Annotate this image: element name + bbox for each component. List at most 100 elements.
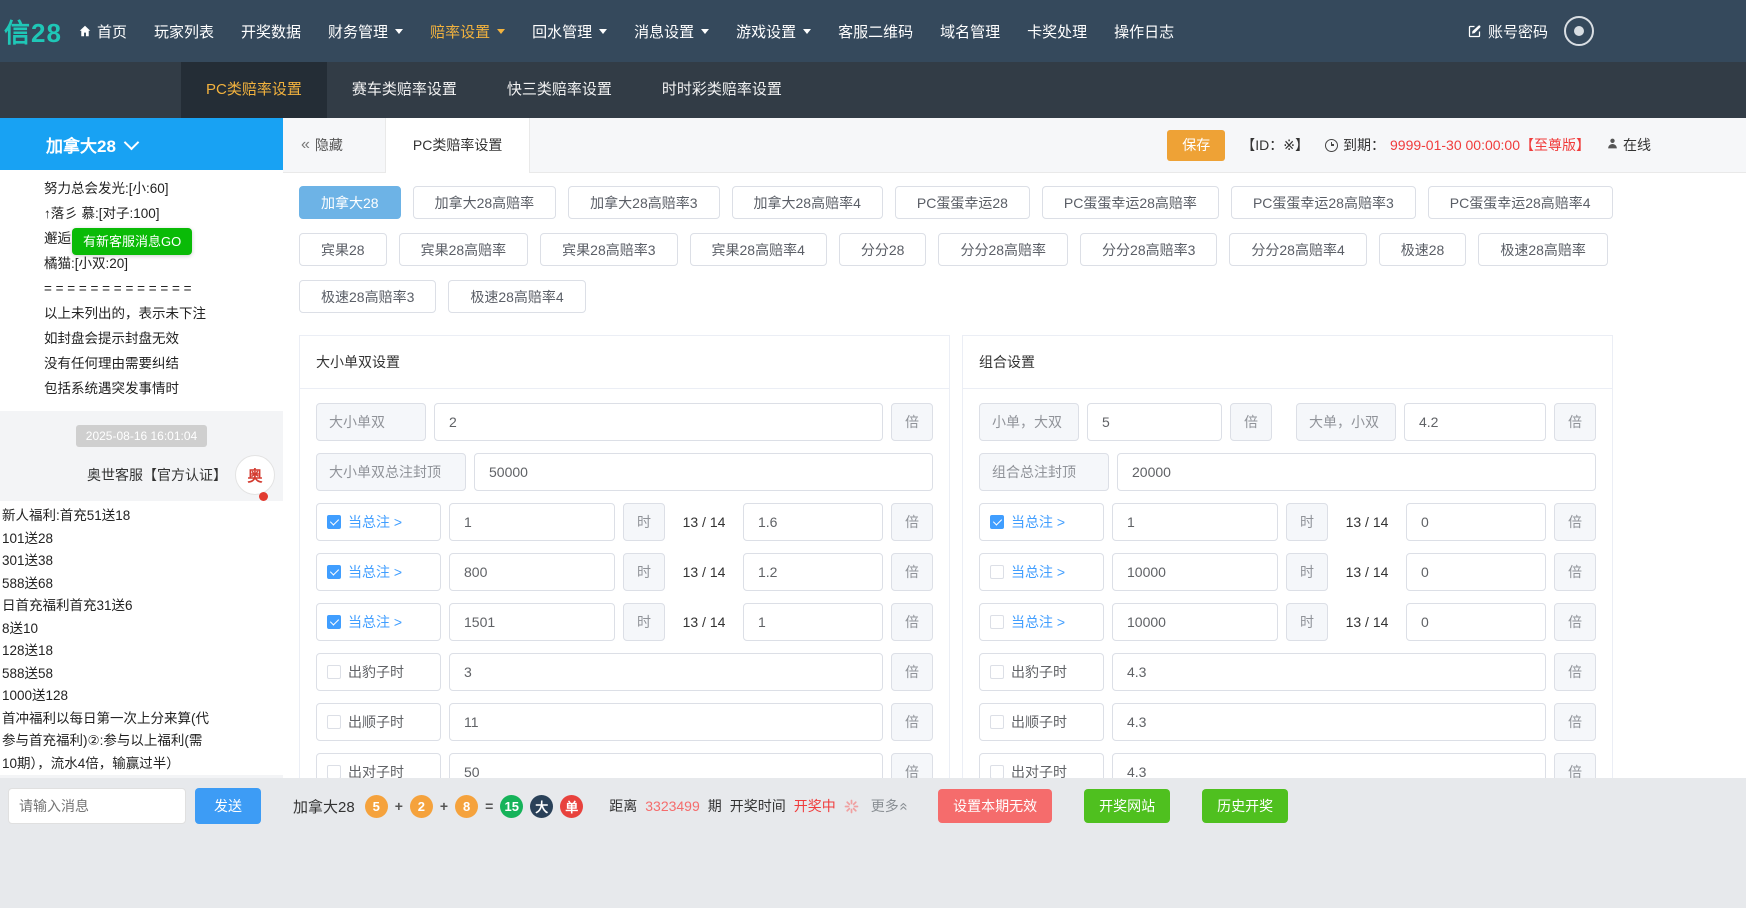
- subnav-tab[interactable]: PC类赔率设置: [181, 62, 327, 118]
- odds-input[interactable]: [1419, 513, 1533, 531]
- checkbox[interactable]: [990, 715, 1004, 729]
- hide-sidebar-button[interactable]: « 隐藏: [301, 135, 343, 155]
- user-circle-icon[interactable]: [1564, 16, 1594, 46]
- subnav-tab[interactable]: 时时彩类赔率设置: [637, 62, 807, 118]
- app-logo[interactable]: 信28: [4, 13, 78, 50]
- home-icon: [78, 24, 92, 38]
- odds-input[interactable]: [1130, 463, 1583, 481]
- checkbox-cell[interactable]: 当总注 >: [316, 553, 441, 591]
- checkbox[interactable]: [327, 515, 341, 529]
- checkbox[interactable]: [990, 615, 1004, 629]
- checkbox-cell[interactable]: 出顺子时: [979, 703, 1104, 741]
- account-password-button[interactable]: 账号密码: [1467, 21, 1548, 42]
- checkbox[interactable]: [327, 565, 341, 579]
- game-tab[interactable]: 加拿大28高赔率4: [732, 186, 883, 219]
- odds-input[interactable]: [756, 613, 870, 631]
- game-tab[interactable]: 极速28高赔率3: [299, 280, 436, 313]
- draw-website-button[interactable]: 开奖网站: [1084, 789, 1170, 823]
- subnav-tab[interactable]: 赛车类赔率设置: [327, 62, 482, 118]
- nav-item[interactable]: 开奖数据: [241, 21, 301, 42]
- odds-input[interactable]: [462, 713, 870, 731]
- game-tab[interactable]: 加拿大28高赔率3: [568, 186, 719, 219]
- game-tab[interactable]: 分分28高赔率3: [1080, 233, 1217, 266]
- new-service-message-button[interactable]: 有新客服消息GO: [72, 228, 192, 255]
- game-tab[interactable]: 极速28高赔率4: [448, 280, 585, 313]
- nav-item[interactable]: 卡奖处理: [1027, 21, 1087, 42]
- game-tab[interactable]: 宾果28高赔率4: [690, 233, 827, 266]
- game-tab[interactable]: 宾果28高赔率: [399, 233, 529, 266]
- nav-item[interactable]: 消息设置: [634, 21, 709, 42]
- threshold-input[interactable]: [1125, 563, 1265, 581]
- odds-input[interactable]: [1100, 413, 1209, 431]
- game-tab[interactable]: PC蛋蛋幸运28高赔率4: [1428, 186, 1613, 219]
- game-tab[interactable]: PC蛋蛋幸运28高赔率: [1042, 186, 1219, 219]
- nav-item[interactable]: 赔率设置: [430, 21, 505, 42]
- invalidate-round-button[interactable]: 设置本期无效: [938, 789, 1052, 823]
- nav-item[interactable]: 客服二维码: [838, 21, 913, 42]
- checkbox-cell[interactable]: 当总注 >: [979, 503, 1104, 541]
- input-cell: [1112, 553, 1278, 591]
- nav-item[interactable]: 域名管理: [940, 21, 1000, 42]
- threshold-input[interactable]: [1125, 613, 1265, 631]
- game-tab[interactable]: 分分28高赔率: [938, 233, 1068, 266]
- more-toggle[interactable]: 更多 «: [871, 796, 908, 816]
- checkbox[interactable]: [990, 765, 1004, 779]
- odds-input[interactable]: [447, 413, 870, 431]
- nav-item[interactable]: 首页: [78, 21, 127, 42]
- checkbox[interactable]: [990, 665, 1004, 679]
- game-tab[interactable]: 宾果28高赔率3: [540, 233, 677, 266]
- nav-item[interactable]: 操作日志: [1114, 21, 1174, 42]
- send-button[interactable]: 发送: [195, 788, 261, 824]
- game-tab[interactable]: 宾果28: [299, 233, 387, 266]
- odds-input[interactable]: [1417, 413, 1533, 431]
- checkbox[interactable]: [990, 565, 1004, 579]
- nav-item[interactable]: 回水管理: [532, 21, 607, 42]
- chat-room-selector[interactable]: 加拿大28: [0, 118, 283, 170]
- odds-input[interactable]: [487, 463, 920, 481]
- nav-item[interactable]: 玩家列表: [154, 21, 214, 42]
- settings-row: 当总注 >时13 / 14倍: [979, 603, 1596, 641]
- chat-message-input[interactable]: [8, 788, 186, 824]
- odds-input[interactable]: [1125, 663, 1533, 681]
- odds-input[interactable]: [756, 563, 870, 581]
- threshold-input[interactable]: [462, 563, 602, 581]
- content-tab[interactable]: PC类赔率设置: [385, 118, 530, 173]
- checkbox-cell[interactable]: 当总注 >: [316, 503, 441, 541]
- checkbox-cell[interactable]: 当总注 >: [979, 553, 1104, 591]
- threshold-input[interactable]: [1125, 513, 1265, 531]
- game-tab[interactable]: 分分28高赔率4: [1229, 233, 1366, 266]
- threshold-input[interactable]: [462, 513, 602, 531]
- checkbox[interactable]: [327, 615, 341, 629]
- odds-input[interactable]: [756, 513, 870, 531]
- game-tab[interactable]: 加拿大28高赔率: [413, 186, 557, 219]
- checkbox-cell[interactable]: 出豹子时: [979, 653, 1104, 691]
- game-tab[interactable]: PC蛋蛋幸运28高赔率3: [1231, 186, 1416, 219]
- subnav-tab[interactable]: 快三类赔率设置: [482, 62, 637, 118]
- service-avatar[interactable]: 奥: [235, 455, 275, 495]
- nav-item[interactable]: 游戏设置: [736, 21, 811, 42]
- nav-item[interactable]: 财务管理: [328, 21, 403, 42]
- checkbox-cell[interactable]: 出顺子时: [316, 703, 441, 741]
- sum-ball: 15: [500, 795, 523, 818]
- game-tab[interactable]: 分分28: [839, 233, 927, 266]
- game-tab[interactable]: 极速28: [1379, 233, 1467, 266]
- odds-input[interactable]: [462, 663, 870, 681]
- checkbox[interactable]: [327, 715, 341, 729]
- chat-line: 日首充福利首充31送6: [2, 595, 275, 618]
- history-button[interactable]: 历史开奖: [1202, 789, 1288, 823]
- save-button[interactable]: 保存: [1167, 130, 1225, 161]
- odds-input[interactable]: [1125, 713, 1533, 731]
- checkbox[interactable]: [990, 515, 1004, 529]
- checkbox[interactable]: [327, 665, 341, 679]
- checkbox[interactable]: [327, 765, 341, 779]
- odds-input[interactable]: [1419, 613, 1533, 631]
- odds-input[interactable]: [1419, 563, 1533, 581]
- threshold-input[interactable]: [462, 613, 602, 631]
- game-tab[interactable]: PC蛋蛋幸运28: [895, 186, 1030, 219]
- checkbox-cell[interactable]: 当总注 >: [979, 603, 1104, 641]
- chat-messages[interactable]: 努力总会发光:[小:60]↑落彡 慕:[对子:100]邂逅:[小:150]橘猫:…: [0, 170, 283, 778]
- checkbox-cell[interactable]: 当总注 >: [316, 603, 441, 641]
- game-tab[interactable]: 加拿大28: [299, 186, 401, 219]
- checkbox-cell[interactable]: 出豹子时: [316, 653, 441, 691]
- game-tab[interactable]: 极速28高赔率: [1478, 233, 1608, 266]
